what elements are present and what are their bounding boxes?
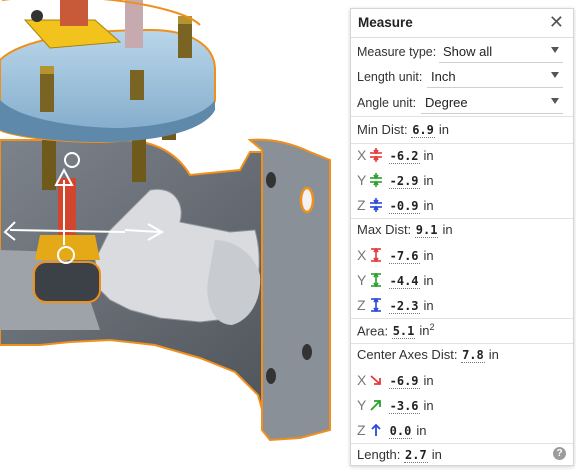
arrow-up-right-icon — [370, 400, 381, 411]
max-z-row: Z -2.3 in — [357, 297, 434, 314]
measure-type-dropdown[interactable]: Show all — [439, 40, 563, 63]
min-y-row: Y -2.9 in — [357, 172, 434, 189]
axis-x-label: X — [357, 372, 367, 388]
min-distance-y-icon — [370, 173, 382, 187]
min-x-row: X -6.2 in — [357, 147, 434, 164]
center-axes-label: Center Axes Dist: — [357, 347, 458, 362]
max-distance-z-icon — [371, 298, 381, 312]
length-row: Length: 2.7 in — [357, 447, 442, 463]
center-x-value[interactable]: -6.9 — [388, 374, 420, 389]
area-value[interactable]: 5.1 — [391, 324, 416, 340]
min-dist-label: Min Dist: — [357, 122, 408, 137]
min-z-value[interactable]: -0.9 — [388, 199, 420, 214]
max-distance-x-icon — [371, 248, 381, 262]
axis-z-label: Z — [357, 422, 366, 438]
center-x-row: X -6.9 in — [357, 372, 434, 389]
center-axes-row: Center Axes Dist: 7.8 in — [357, 347, 499, 363]
chevron-down-icon — [551, 98, 559, 104]
area-row: Area: 5.1 in2 — [357, 322, 435, 340]
arrow-down-right-icon — [370, 375, 381, 385]
min-dist-row: Min Dist: 6.9 in — [357, 122, 449, 138]
length-unit-value: Inch — [431, 69, 456, 84]
max-dist-row: Max Dist: 9.1 in — [357, 222, 453, 238]
length-unit-dropdown[interactable]: Inch — [427, 65, 563, 88]
measure-panel: Measure ✕ Measure type: Show all Length … — [350, 8, 574, 466]
max-distance-y-icon — [371, 273, 381, 287]
center-y-row: Y -3.6 in — [357, 397, 434, 414]
min-y-value[interactable]: -2.9 — [388, 174, 420, 189]
angle-unit-row: Angle unit: Degree — [357, 91, 567, 115]
length-unit-label: Length unit: — [357, 70, 423, 84]
measure-type-value: Show all — [443, 44, 493, 59]
measure-type-label: Measure type: — [357, 45, 437, 59]
arrow-up-icon — [371, 423, 381, 436]
axis-y-label: Y — [357, 272, 367, 288]
min-distance-z-icon — [370, 198, 382, 212]
min-x-value[interactable]: -6.2 — [388, 149, 420, 164]
area-exponent: 2 — [429, 322, 435, 332]
axis-x-label: X — [357, 247, 367, 263]
axis-z-label: Z — [357, 197, 366, 213]
chevron-down-icon — [551, 72, 559, 78]
length-label: Length: — [357, 447, 401, 462]
panel-title: Measure — [358, 15, 413, 30]
area-label: Area: — [357, 323, 389, 339]
center-axes-value[interactable]: 7.8 — [461, 348, 485, 363]
angle-unit-dropdown[interactable]: Degree — [421, 91, 563, 114]
center-z-value[interactable]: 0.0 — [388, 424, 413, 439]
center-y-value[interactable]: -3.6 — [388, 399, 420, 414]
max-dist-label: Max Dist: — [357, 222, 412, 237]
length-unit-row: Length unit: Inch — [357, 65, 567, 89]
min-distance-x-icon — [370, 148, 382, 162]
axis-y-label: Y — [357, 172, 367, 188]
max-x-value[interactable]: -7.6 — [388, 249, 420, 264]
max-z-value[interactable]: -2.3 — [388, 299, 420, 314]
help-icon[interactable]: ? — [553, 447, 566, 460]
close-icon[interactable]: ✕ — [549, 12, 564, 33]
chevron-down-icon — [551, 47, 559, 53]
angle-unit-label: Angle unit: — [357, 96, 417, 110]
center-z-row: Z 0.0 in — [357, 422, 427, 439]
min-z-row: Z -0.9 in — [357, 197, 434, 214]
max-y-value[interactable]: -4.4 — [388, 274, 420, 289]
axis-x-label: X — [357, 147, 367, 163]
length-value[interactable]: 2.7 — [404, 448, 428, 463]
axis-y-label: Y — [357, 397, 367, 413]
max-dist-value[interactable]: 9.1 — [414, 223, 439, 238]
max-y-row: Y -4.4 in — [357, 272, 434, 289]
min-dist-value[interactable]: 6.9 — [411, 123, 435, 138]
panel-header: Measure ✕ — [351, 9, 573, 38]
measure-type-row: Measure type: Show all — [357, 40, 567, 64]
max-x-row: X -7.6 in — [357, 247, 434, 264]
axis-z-label: Z — [357, 297, 366, 313]
angle-unit-value: Degree — [425, 95, 468, 110]
